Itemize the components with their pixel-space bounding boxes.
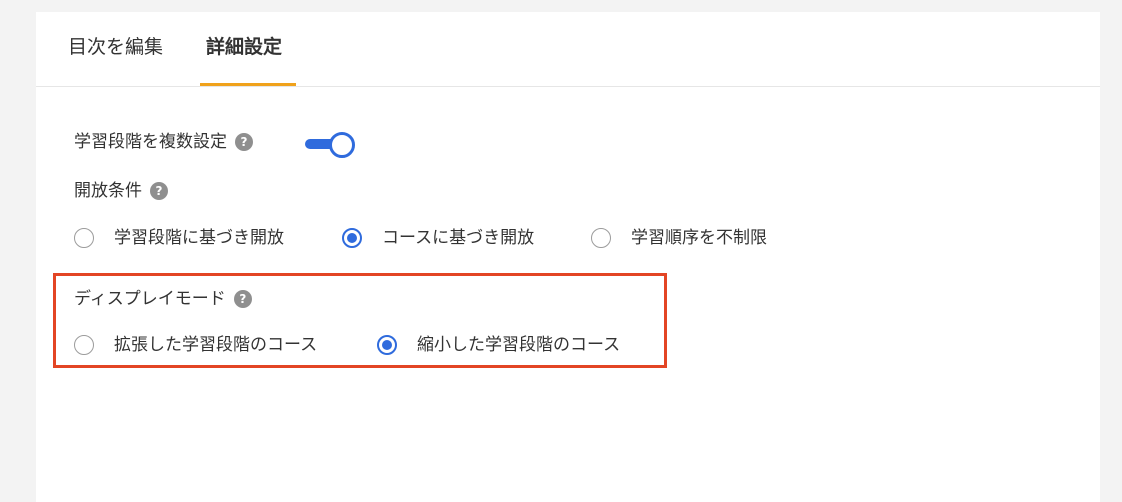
radio-unrestricted-order[interactable]: 学習順序を不制限 (591, 226, 767, 250)
multi-stage-label: 学習段階を複数設定 (74, 132, 227, 152)
active-tab-indicator (200, 83, 296, 86)
display-mode-row: ディスプレイモード ? (74, 287, 252, 311)
display-mode-label: ディスプレイモード (74, 289, 226, 309)
radio-label: コースに基づき開放 (382, 228, 535, 248)
tab-advanced-settings[interactable]: 詳細設定 (206, 34, 282, 60)
radio-unchecked-icon[interactable] (74, 228, 94, 248)
open-condition-row: 開放条件 ? (74, 179, 168, 203)
radio-unchecked-icon[interactable] (74, 335, 94, 355)
radio-open-by-course[interactable]: コースに基づき開放 (342, 226, 534, 250)
radio-label: 学習順序を不制限 (631, 228, 767, 248)
settings-panel: 目次を編集 詳細設定 学習段階を複数設定 ? 開放条件 ? 学習段階に基づき開放… (36, 12, 1100, 502)
radio-expanded-stage-course[interactable]: 拡張した学習段階のコース (74, 333, 317, 357)
radio-checked-icon[interactable] (377, 335, 397, 355)
multi-stage-toggle[interactable] (305, 131, 357, 158)
radio-unchecked-icon[interactable] (591, 228, 611, 248)
radio-label: 縮小した学習段階のコース (417, 335, 621, 355)
radio-label: 学習段階に基づき開放 (114, 228, 284, 248)
help-icon[interactable]: ? (233, 290, 252, 308)
radio-checked-icon[interactable] (342, 228, 362, 248)
radio-label: 拡張した学習段階のコース (114, 335, 318, 355)
tab-edit-toc[interactable]: 目次を編集 (68, 34, 163, 60)
radio-open-by-stage[interactable]: 学習段階に基づき開放 (74, 226, 284, 250)
open-condition-label: 開放条件 (74, 181, 142, 201)
help-icon[interactable]: ? (235, 133, 253, 151)
toggle-knob (329, 132, 355, 158)
radio-collapsed-stage-course[interactable]: 縮小した学習段階のコース (377, 333, 620, 357)
multi-stage-row: 学習段階を複数設定 ? (74, 130, 253, 154)
help-icon[interactable]: ? (150, 182, 168, 200)
tab-bar: 目次を編集 詳細設定 (36, 12, 1100, 87)
